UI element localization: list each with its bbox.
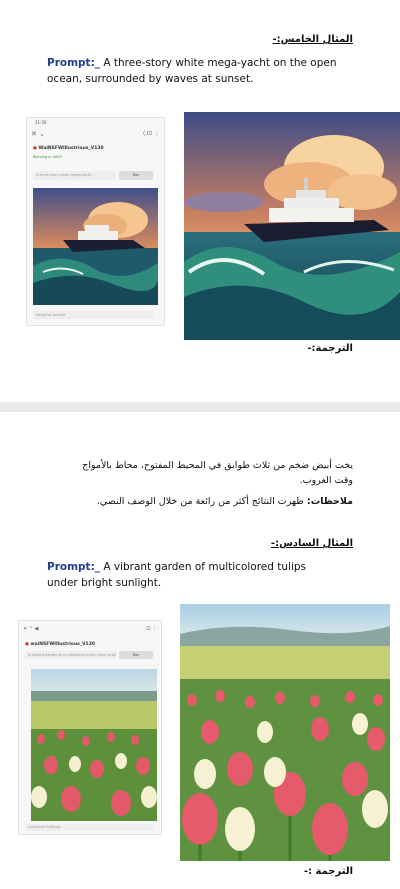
- generated-yacht-image-large: [184, 112, 400, 340]
- share-icon: ⟨ ⊡ ⋮: [142, 130, 160, 137]
- app-screenshot-yacht: 21:56 ✕ ⌄ ⟨ ⊡ ⋮ ● WaiNSFWIllustrious_V13…: [26, 117, 165, 326]
- example5-prompt: Prompt:_ A three-story white mega-yacht …: [47, 55, 337, 87]
- example6-prompt-label: Prompt:_: [47, 561, 101, 573]
- app-screenshot-tulips: ✕ ⌃ ◀ ⊡ ⋮ ● waiNSFWIllustrious_V130 A vi…: [18, 620, 162, 835]
- close-icon: ✕ ⌄: [31, 130, 45, 138]
- close-icon: ✕ ⌃ ◀: [23, 626, 39, 632]
- prompt-field[interactable]: A vibrant garden of multicolored tulips …: [25, 651, 116, 659]
- example5-heading: المثال الخامس:-: [272, 34, 353, 45]
- document-page-bottom: يخت أبيض ضخم من ثلاث طوابق في المحيط الم…: [0, 412, 400, 889]
- generated-tulips-image-large: [180, 604, 390, 861]
- example6-prompt: Prompt:_ A vibrant garden of multicolore…: [47, 559, 337, 591]
- notes-label: ملاحظات:: [306, 496, 353, 507]
- example5-notes: ملاحظات: ظهرت النتائج أكثر من رائعة من خ…: [53, 494, 353, 509]
- running-status: Running in 4000: [33, 155, 62, 159]
- run-button[interactable]: Run: [119, 651, 153, 659]
- run-button[interactable]: Run: [119, 171, 153, 180]
- generated-yacht-image-small: [33, 188, 158, 305]
- menu-icon: ⊡ ⋮: [146, 626, 157, 632]
- example6-heading: المثال السادس:-: [270, 538, 353, 549]
- example5-prompt-label: Prompt:_: [47, 57, 101, 69]
- example5-translation-text: يخت أبيض ضخم من ثلاث طوابق في المحيط الم…: [82, 460, 353, 486]
- example6-translation-label: الترجمة :-: [303, 866, 353, 877]
- negative-prompt-field[interactable]: Negative prompt: [33, 311, 154, 319]
- model-title: ● WaiNSFWIllustrious_V130: [33, 146, 104, 151]
- page-divider: [0, 402, 400, 412]
- example5-translation-label: الترجمة:-: [307, 343, 353, 354]
- advanced-settings-field[interactable]: Advanced Settings: [25, 824, 154, 831]
- generated-tulips-image-small: [31, 669, 157, 821]
- notes-text: ظهرت النتائج أكثر من رائعة من خلال الوصف…: [96, 496, 307, 507]
- status-bar: 21:56: [35, 120, 47, 125]
- prompt-field[interactable]: A three-story white mega-yacht: [33, 171, 116, 180]
- model-title: ● waiNSFWIllustrious_V130: [25, 642, 95, 647]
- document-page-top: المثال الخامس:- Prompt:_ A three-story w…: [0, 0, 400, 402]
